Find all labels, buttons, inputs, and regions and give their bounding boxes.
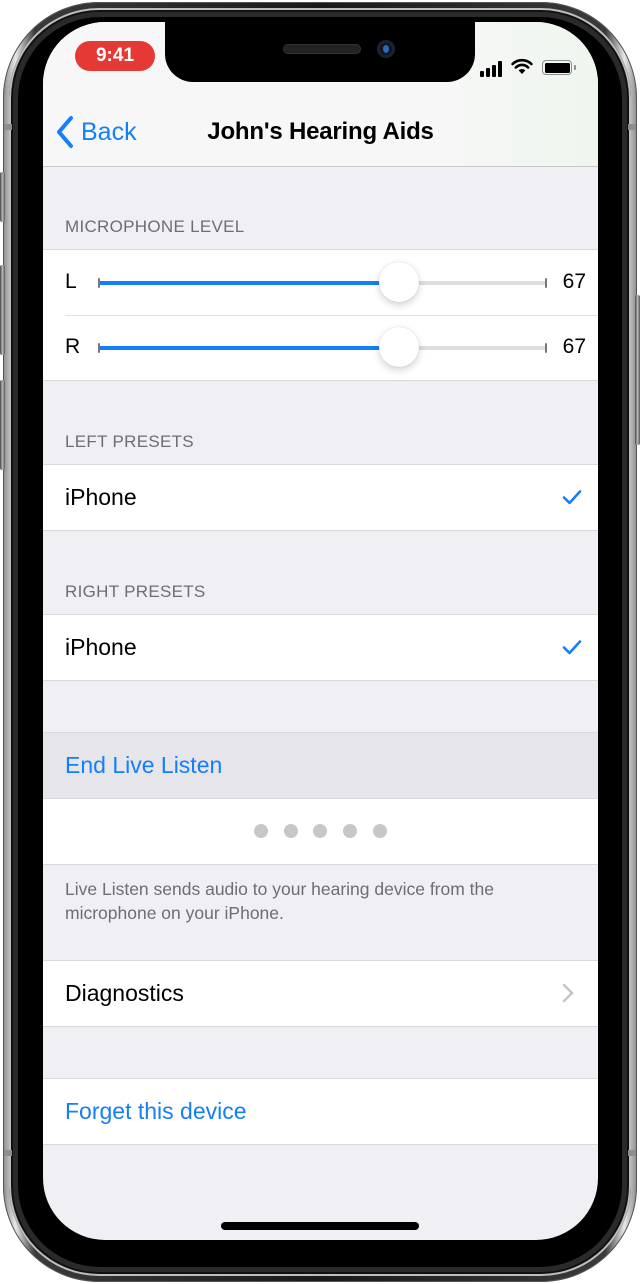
slider-fill bbox=[98, 281, 399, 285]
forget-group: Forget this device bbox=[43, 1078, 598, 1145]
notch bbox=[165, 22, 475, 82]
forget-device-button[interactable]: Forget this device bbox=[43, 1079, 598, 1144]
screen: 9:41 Back John's Hearing Aids MICROPHONE… bbox=[43, 22, 598, 1240]
microphone-slider-left[interactable] bbox=[98, 262, 547, 302]
level-dot bbox=[343, 824, 357, 838]
end-live-listen-label: End Live Listen bbox=[65, 752, 223, 778]
mute-switch bbox=[0, 172, 5, 222]
right-presets-group: iPhone bbox=[43, 614, 598, 681]
forget-device-label: Forget this device bbox=[65, 1098, 247, 1124]
settings-list: MICROPHONE LEVEL L 67 R 67 LEFT PRESETS … bbox=[43, 167, 598, 1145]
chevron-right-icon bbox=[562, 983, 574, 1003]
antenna-band bbox=[628, 124, 636, 130]
section-header-left-presets: LEFT PRESETS bbox=[65, 432, 194, 451]
level-dot bbox=[373, 824, 387, 838]
antenna-band bbox=[628, 1150, 636, 1156]
slider-value: 67 bbox=[562, 335, 586, 358]
left-preset-iphone[interactable]: iPhone bbox=[43, 465, 598, 530]
level-dot bbox=[254, 824, 268, 838]
battery-icon bbox=[542, 60, 576, 75]
microphone-level-group: L 67 R 67 bbox=[43, 249, 598, 381]
live-listen-footer: Live Listen sends audio to your hearing … bbox=[65, 879, 495, 923]
live-listen-level-indicator bbox=[43, 798, 598, 865]
status-time[interactable]: 9:41 bbox=[75, 41, 155, 71]
slider-side-label: R bbox=[65, 335, 81, 358]
diagnostics-row[interactable]: Diagnostics bbox=[43, 961, 598, 1026]
preset-label: iPhone bbox=[65, 484, 137, 510]
preset-label: iPhone bbox=[65, 634, 137, 660]
navigation-bar: Back John's Hearing Aids bbox=[43, 82, 598, 167]
front-camera bbox=[377, 40, 395, 58]
volume-down-button bbox=[0, 380, 5, 470]
home-indicator[interactable] bbox=[221, 1222, 419, 1230]
left-presets-group: iPhone bbox=[43, 464, 598, 531]
volume-up-button bbox=[0, 265, 5, 355]
section-header-microphone-level: MICROPHONE LEVEL bbox=[65, 217, 245, 236]
wifi-icon bbox=[511, 58, 533, 74]
cellular-signal-icon bbox=[480, 59, 506, 77]
side-button bbox=[635, 295, 640, 445]
slider-max-tick bbox=[545, 343, 547, 353]
slider-value: 67 bbox=[562, 270, 586, 293]
slider-min-tick bbox=[98, 278, 100, 288]
page-title: John's Hearing Aids bbox=[207, 118, 434, 145]
right-preset-iphone[interactable]: iPhone bbox=[43, 615, 598, 680]
level-dot bbox=[284, 824, 298, 838]
slider-thumb[interactable] bbox=[378, 327, 419, 367]
slider-row-left: L 67 bbox=[43, 250, 598, 315]
slider-thumb[interactable] bbox=[378, 262, 419, 302]
end-live-listen-button[interactable]: End Live Listen bbox=[43, 732, 598, 798]
slider-max-tick bbox=[545, 278, 547, 288]
antenna-band bbox=[4, 1150, 12, 1156]
section-header-right-presets: RIGHT PRESETS bbox=[65, 582, 206, 601]
level-dot bbox=[313, 824, 327, 838]
checkmark-icon bbox=[562, 490, 582, 505]
slider-fill bbox=[98, 346, 399, 350]
earpiece-speaker bbox=[283, 44, 361, 54]
slider-side-label: L bbox=[65, 270, 77, 293]
slider-row-right: R 67 bbox=[43, 315, 598, 380]
microphone-slider-right[interactable] bbox=[98, 327, 547, 367]
slider-min-tick bbox=[98, 343, 100, 353]
antenna-band bbox=[4, 124, 12, 130]
diagnostics-label: Diagnostics bbox=[65, 980, 184, 1006]
checkmark-icon bbox=[562, 640, 582, 655]
diagnostics-group: Diagnostics bbox=[43, 960, 598, 1027]
